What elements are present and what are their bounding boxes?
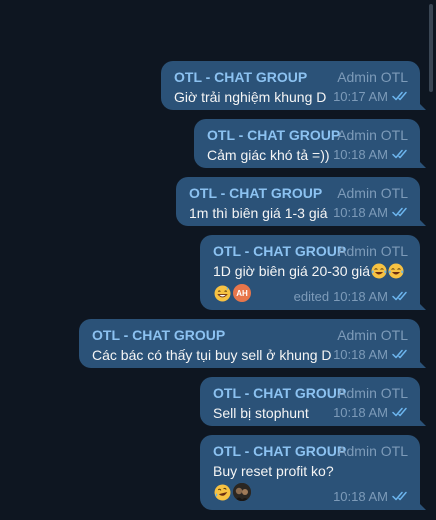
sender-name[interactable]: OTL - CHAT GROUP <box>92 327 225 343</box>
sender-name[interactable]: OTL - CHAT GROUP <box>207 127 340 143</box>
bubble-tail <box>416 416 426 426</box>
message-meta: 10:18 AM <box>333 346 410 362</box>
message-header: OTL - CHAT GROUP Admin OTL <box>213 243 408 261</box>
message-text-content: 1D giờ biên giá 20-30 giá <box>213 263 371 279</box>
message-header: OTL - CHAT GROUP Admin OTL <box>213 385 408 403</box>
message-meta: 10:18 AM <box>333 488 410 504</box>
message-meta: 10:18 AM <box>333 204 410 220</box>
message-time: 10:18 AM <box>333 288 388 304</box>
message-meta: 10:18 AM <box>333 404 410 420</box>
admin-badge: Admin OTL <box>337 185 408 201</box>
message-bubble[interactable]: OTL - CHAT GROUP Admin OTL Sell bị stoph… <box>200 377 426 426</box>
double-check-icon <box>392 491 410 501</box>
double-check-icon <box>392 291 410 301</box>
bubble-tail <box>416 158 426 168</box>
scrollbar[interactable] <box>429 4 433 92</box>
message-meta: 10:18 AM <box>333 146 410 162</box>
sender-name[interactable]: OTL - CHAT GROUP <box>189 185 322 201</box>
edited-label: edited <box>293 288 330 304</box>
user-photo-icon <box>233 483 251 501</box>
reaction-avatar-photo[interactable] <box>233 483 251 501</box>
bubble-tail <box>416 216 426 226</box>
message-header: OTL - CHAT GROUP Admin OTL <box>92 327 408 345</box>
message-bubble[interactable]: OTL - CHAT GROUP Admin OTL Các bác có th… <box>79 319 426 368</box>
laughing-tears-emoji <box>388 263 404 279</box>
grinning-sweat-emoji[interactable] <box>214 285 231 302</box>
bubble-tail <box>416 300 426 310</box>
message-time: 10:18 AM <box>333 488 388 504</box>
laughing-tears-emoji <box>371 263 387 279</box>
message-text: Giờ trải nghiệm khung D <box>174 89 327 105</box>
bubble-tail <box>416 500 426 510</box>
reactions-row[interactable] <box>213 483 251 501</box>
message-meta: edited 10:18 AM <box>293 288 410 304</box>
message-meta: 10:17 AM <box>333 88 410 104</box>
double-check-icon <box>392 91 410 101</box>
message-text: Sell bị stophunt <box>213 405 309 421</box>
message-header: OTL - CHAT GROUP Admin OTL <box>207 127 408 145</box>
sender-name[interactable]: OTL - CHAT GROUP <box>213 443 346 459</box>
admin-badge: Admin OTL <box>337 127 408 143</box>
admin-badge: Admin OTL <box>337 69 408 85</box>
message-bubble[interactable]: OTL - CHAT GROUP Admin OTL Buy reset pro… <box>200 435 426 510</box>
message-bubble[interactable]: OTL - CHAT GROUP Admin OTL 1D giờ biên g… <box>200 235 426 310</box>
message-text: Cảm giác khó tả =)) <box>207 147 330 163</box>
message-time: 10:18 AM <box>333 346 388 362</box>
double-check-icon <box>392 407 410 417</box>
admin-badge: Admin OTL <box>337 443 408 459</box>
double-check-icon <box>392 349 410 359</box>
message-text: Buy reset profit ko? <box>213 463 334 479</box>
message-header: OTL - CHAT GROUP Admin OTL <box>174 69 408 87</box>
message-time: 10:18 AM <box>333 146 388 162</box>
message-bubble[interactable]: OTL - CHAT GROUP Admin OTL 1m thì biên g… <box>176 177 426 226</box>
message-text: 1m thì biên giá 1-3 giá <box>189 205 328 221</box>
message-header: OTL - CHAT GROUP Admin OTL <box>213 443 408 461</box>
message-bubble[interactable]: OTL - CHAT GROUP Admin OTL Giờ trải nghi… <box>161 61 426 110</box>
sender-name[interactable]: OTL - CHAT GROUP <box>213 385 346 401</box>
admin-badge: Admin OTL <box>337 385 408 401</box>
rofl-emoji[interactable] <box>214 484 231 501</box>
message-text: 1D giờ biên giá 20-30 giá <box>213 263 404 279</box>
message-header: OTL - CHAT GROUP Admin OTL <box>189 185 408 203</box>
chat-history[interactable]: OTL - CHAT GROUP Admin OTL Giờ trải nghi… <box>0 0 436 520</box>
double-check-icon <box>392 207 410 217</box>
sender-name[interactable]: OTL - CHAT GROUP <box>174 69 307 85</box>
sender-name[interactable]: OTL - CHAT GROUP <box>213 243 346 259</box>
double-check-icon <box>392 149 410 159</box>
message-text: Các bác có thấy tụi buy sell ở khung D <box>92 347 332 363</box>
message-time: 10:18 AM <box>333 204 388 220</box>
message-bubble[interactable]: OTL - CHAT GROUP Admin OTL Cảm giác khó … <box>194 119 426 168</box>
admin-badge: Admin OTL <box>337 327 408 343</box>
bubble-tail <box>416 358 426 368</box>
bubble-tail <box>416 100 426 110</box>
reactions-row[interactable]: AH <box>213 284 251 302</box>
message-time: 10:17 AM <box>333 88 388 104</box>
message-time: 10:18 AM <box>333 404 388 420</box>
admin-badge: Admin OTL <box>337 243 408 259</box>
reaction-avatar[interactable]: AH <box>233 284 251 302</box>
